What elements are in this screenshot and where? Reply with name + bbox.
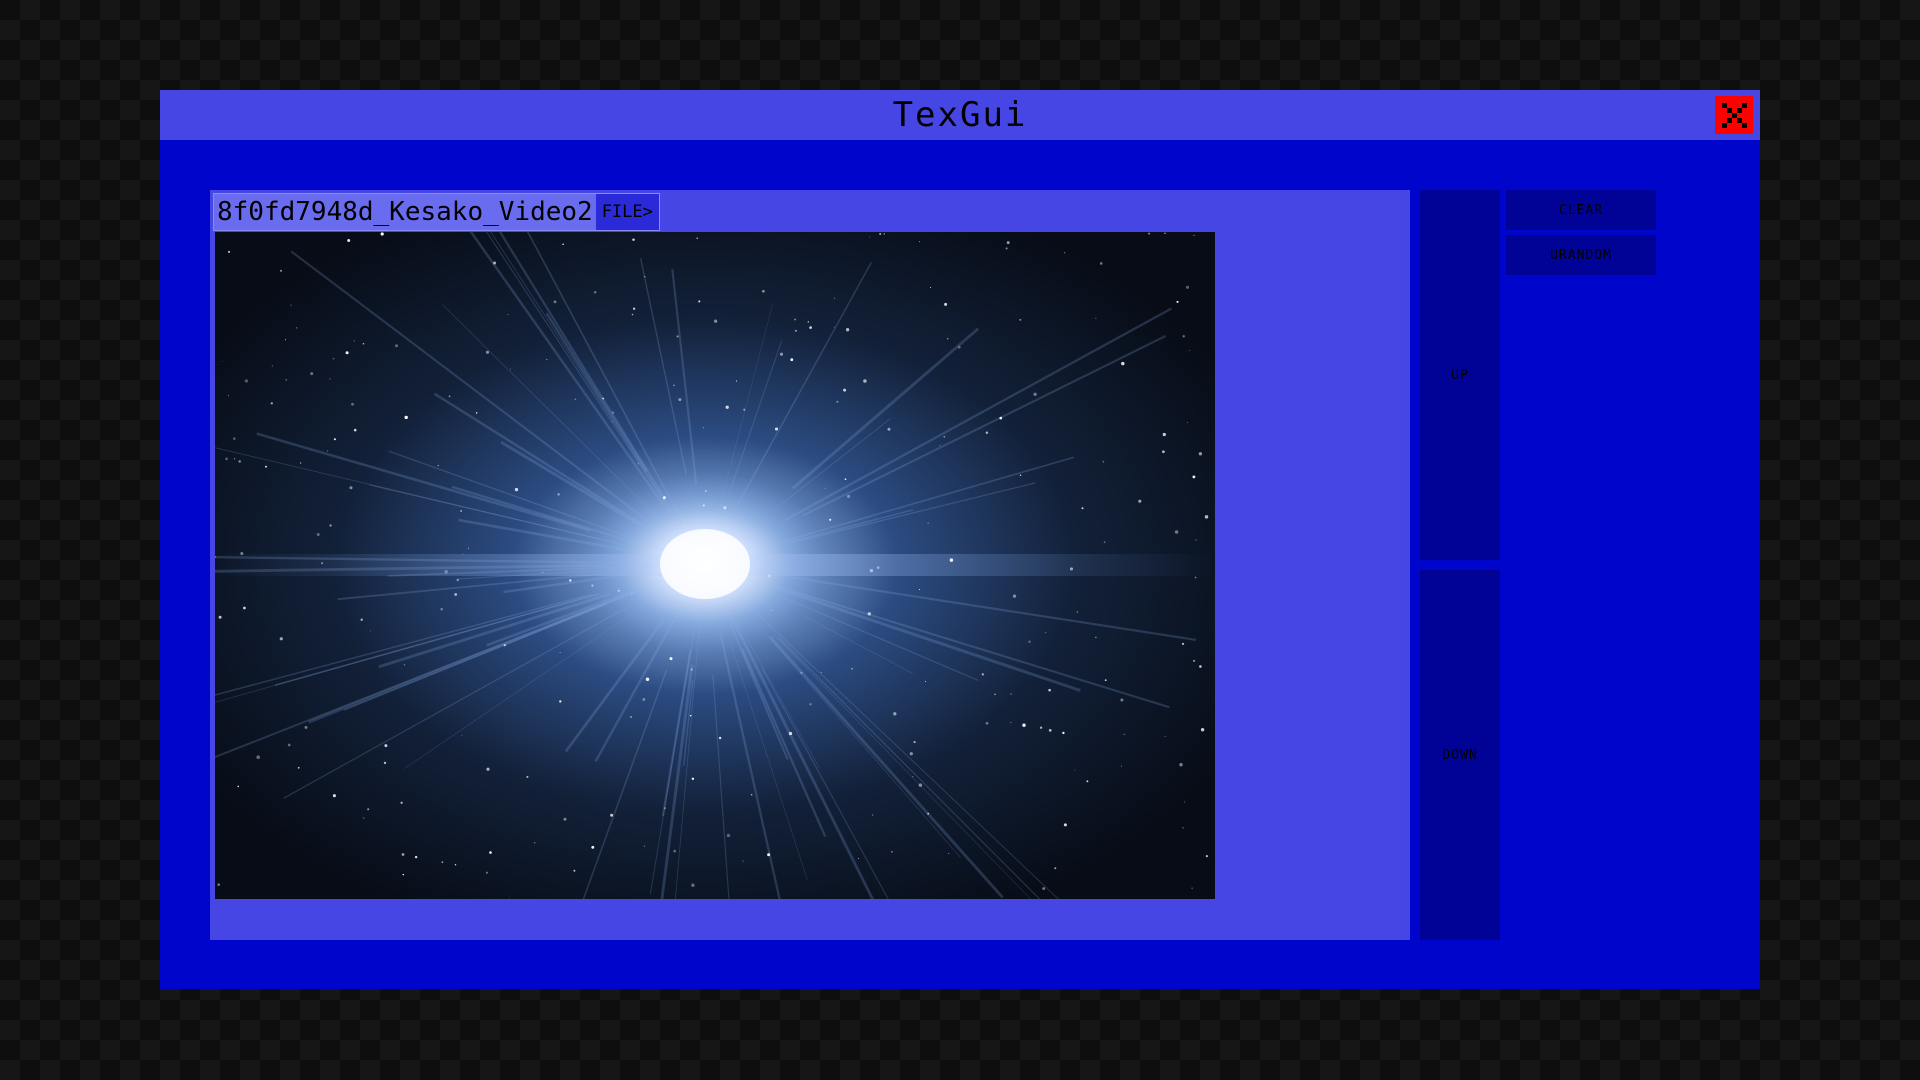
texgui-window: TexGui 8f0fd7948d_Kesako_Video2 FILE> UP… [160,90,1760,989]
down-button[interactable]: DOWN [1420,570,1500,940]
file-tag-button[interactable]: FILE> [595,194,659,230]
window-title: TexGui [892,95,1028,135]
close-button[interactable] [1715,96,1753,134]
up-button[interactable]: UP [1420,190,1500,560]
clear-button[interactable]: CLEAR [1506,190,1656,230]
filename-bar: 8f0fd7948d_Kesako_Video2 FILE> [213,193,660,231]
random-button[interactable]: URANDOM [1506,235,1656,275]
title-bar[interactable]: TexGui [160,90,1760,140]
image-panel: 8f0fd7948d_Kesako_Video2 FILE> [210,190,1410,940]
space-nebula-image [215,232,1215,899]
image-preview [215,232,1215,899]
filename-label: 8f0fd7948d_Kesako_Video2 [217,197,593,227]
close-x-icon [1722,103,1747,128]
